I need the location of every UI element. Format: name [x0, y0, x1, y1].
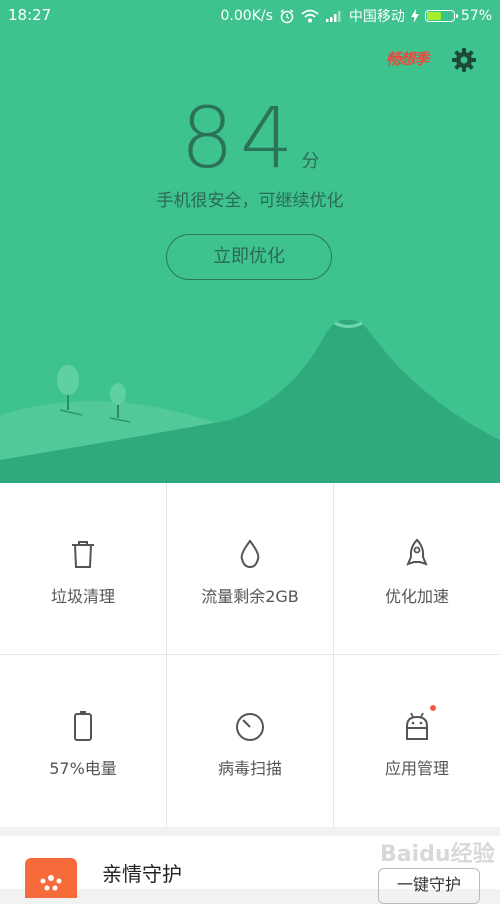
tool-label: 垃圾清理	[50, 587, 115, 606]
drop-icon	[240, 539, 260, 569]
tool-label: 流量剩余2GB	[201, 587, 299, 606]
tool-label: 57%电量	[49, 759, 117, 778]
grid-divider	[333, 483, 334, 827]
android-icon	[406, 712, 428, 740]
battery-icon	[424, 10, 458, 22]
grid-divider	[166, 483, 167, 827]
tool-data-usage[interactable]: 流量剩余2GB	[167, 483, 333, 654]
score-message: 手机很安全，可继续优化	[156, 191, 344, 211]
security-hero: 18:27 0.00K/s 中国移动 57% 畅想季 84 分 手机很安全，可继…	[0, 0, 500, 483]
rocket-icon	[406, 538, 428, 566]
battery-icon	[74, 711, 92, 741]
battery-percent: 57%	[460, 8, 492, 24]
network-speed: 0.00K/s	[220, 8, 273, 24]
family-guard-icon	[25, 858, 77, 898]
tool-label: 病毒扫描	[217, 759, 282, 778]
family-guard-title: 亲情守护	[102, 862, 182, 886]
trash-icon	[72, 541, 94, 568]
wifi-icon	[301, 9, 319, 23]
grid-divider	[0, 654, 500, 655]
settings-gear-icon[interactable]	[451, 47, 477, 73]
signal-icon	[325, 11, 341, 22]
optimize-now-button[interactable]: 立即优化	[166, 234, 332, 280]
tool-speed-boost[interactable]: 优化加速	[334, 483, 500, 654]
tool-virus-scan[interactable]: 病毒扫描	[167, 655, 333, 826]
brand-logo[interactable]: 畅想季	[386, 48, 429, 69]
tool-battery[interactable]: 57%电量	[0, 655, 166, 826]
tools-grid: 垃圾清理 流量剩余2GB 优化加速 57%电量 病毒扫描 应用管理	[0, 483, 500, 827]
status-time: 18:27	[8, 6, 52, 24]
status-bar: 18:27 0.00K/s 中国移动 57%	[0, 0, 500, 30]
charging-icon	[410, 9, 419, 23]
score-unit: 分	[301, 151, 320, 172]
tool-junk-clean[interactable]: 垃圾清理	[0, 483, 166, 654]
notification-badge	[430, 705, 436, 711]
one-tap-guard-button[interactable]: 一键守护	[378, 868, 480, 904]
carrier-name: 中国移动	[348, 9, 405, 25]
baidu-watermark: Baidu经验	[380, 842, 495, 867]
scan-icon	[236, 713, 264, 741]
tool-label: 优化加速	[384, 587, 449, 606]
mountain-landscape-illustration	[0, 319, 500, 483]
tool-app-manager[interactable]: 应用管理	[334, 655, 500, 826]
alarm-icon	[280, 9, 294, 24]
security-score: 84 分	[0, 96, 500, 180]
tool-label: 应用管理	[384, 759, 449, 778]
score-value: 84	[180, 89, 300, 187]
